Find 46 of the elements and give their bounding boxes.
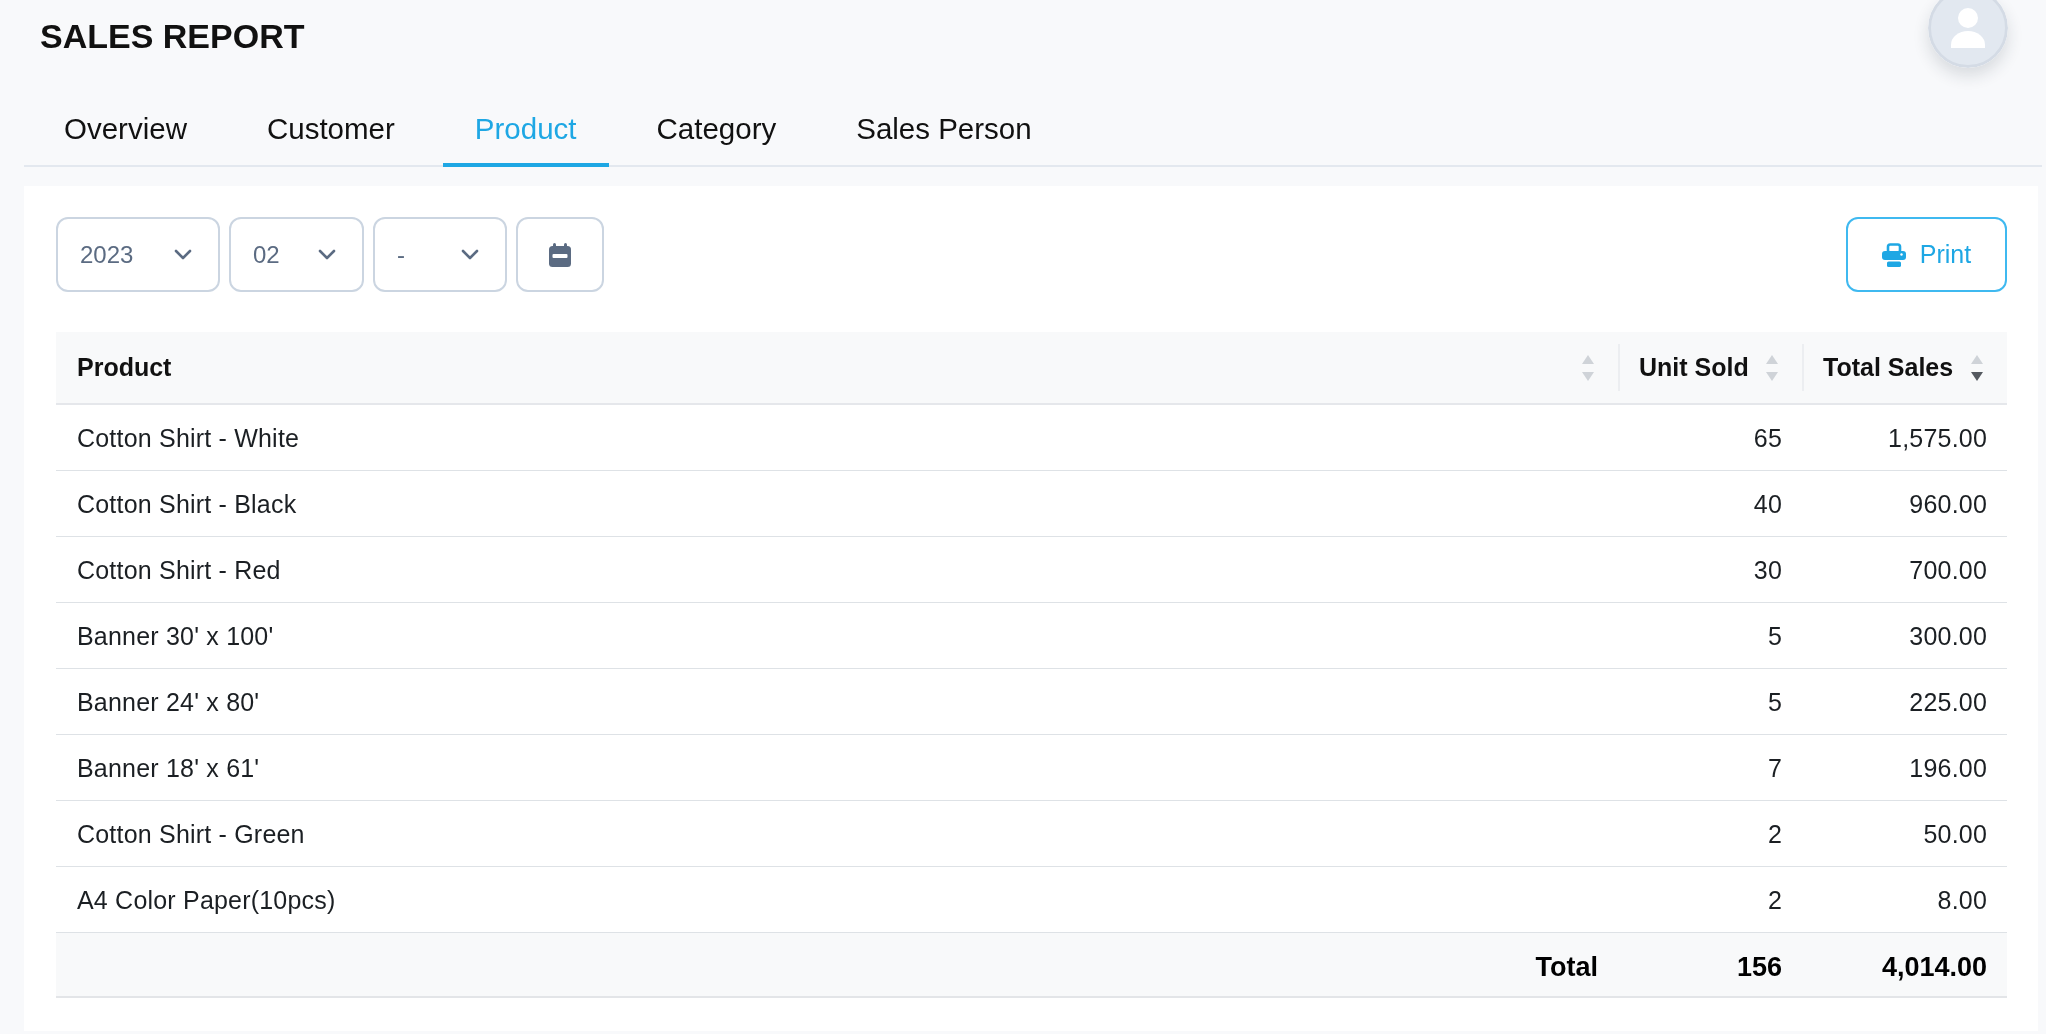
table-cell: 50.00 (1802, 800, 2007, 866)
column-header[interactable]: Total Sales (1823, 353, 1954, 382)
table-cell: 65 (1618, 404, 1802, 470)
total-label: Total (56, 932, 1618, 997)
table-cell: Banner 30' x 100' (56, 602, 1618, 668)
table-cell: Cotton Shirt - White (56, 404, 1618, 470)
table-cell: Cotton Shirt - Green (56, 800, 1618, 866)
dropdown-select[interactable]: 2023 (56, 217, 220, 292)
table-cell: 8.00 (1802, 866, 2007, 932)
chevron-down-icon (461, 249, 479, 260)
table-cell: 2 (1618, 866, 1802, 932)
table-cell: Banner 24' x 80' (56, 668, 1618, 734)
printer-icon (1881, 242, 1906, 267)
calendar-button[interactable] (516, 217, 604, 292)
sort-icon[interactable] (1971, 354, 1983, 381)
column-header[interactable]: Product (77, 353, 172, 382)
table-cell: 700.00 (1802, 536, 2007, 602)
table-cell: 225.00 (1802, 668, 2007, 734)
tab[interactable]: Category (624, 91, 809, 167)
page-title: SALES REPORT (40, 16, 305, 56)
table-cell: 30 (1618, 536, 1802, 602)
calendar-icon (549, 242, 571, 267)
table-cell: 40 (1618, 470, 1802, 536)
total-cell: 156 (1618, 932, 1802, 997)
tab[interactable]: Overview (32, 91, 219, 167)
table-cell: 1,575.00 (1802, 404, 2007, 470)
table-cell: Banner 18' x 61' (56, 734, 1618, 800)
chevron-down-icon (174, 249, 192, 260)
column-header[interactable]: Unit Sold (1639, 353, 1749, 382)
table-cell: 196.00 (1802, 734, 2007, 800)
dropdown-select[interactable]: - (373, 217, 507, 292)
table-cell: 7 (1618, 734, 1802, 800)
tab[interactable]: Sales Person (824, 91, 1064, 167)
table-cell: Cotton Shirt - Black (56, 470, 1618, 536)
table-cell: 2 (1618, 800, 1802, 866)
dropdown-select[interactable]: 02 (229, 217, 364, 292)
table-cell: 300.00 (1802, 602, 2007, 668)
table-cell: Cotton Shirt - Red (56, 536, 1618, 602)
table-cell: 960.00 (1802, 470, 2007, 536)
table-cell: A4 Color Paper(10pcs) (56, 866, 1618, 932)
total-cell: 4,014.00 (1802, 932, 2007, 997)
tab[interactable]: Customer (234, 91, 427, 167)
user-avatar-icon[interactable] (1928, 0, 2008, 68)
table-cell: 5 (1618, 668, 1802, 734)
table-cell: 5 (1618, 602, 1802, 668)
chevron-down-icon (318, 249, 336, 260)
